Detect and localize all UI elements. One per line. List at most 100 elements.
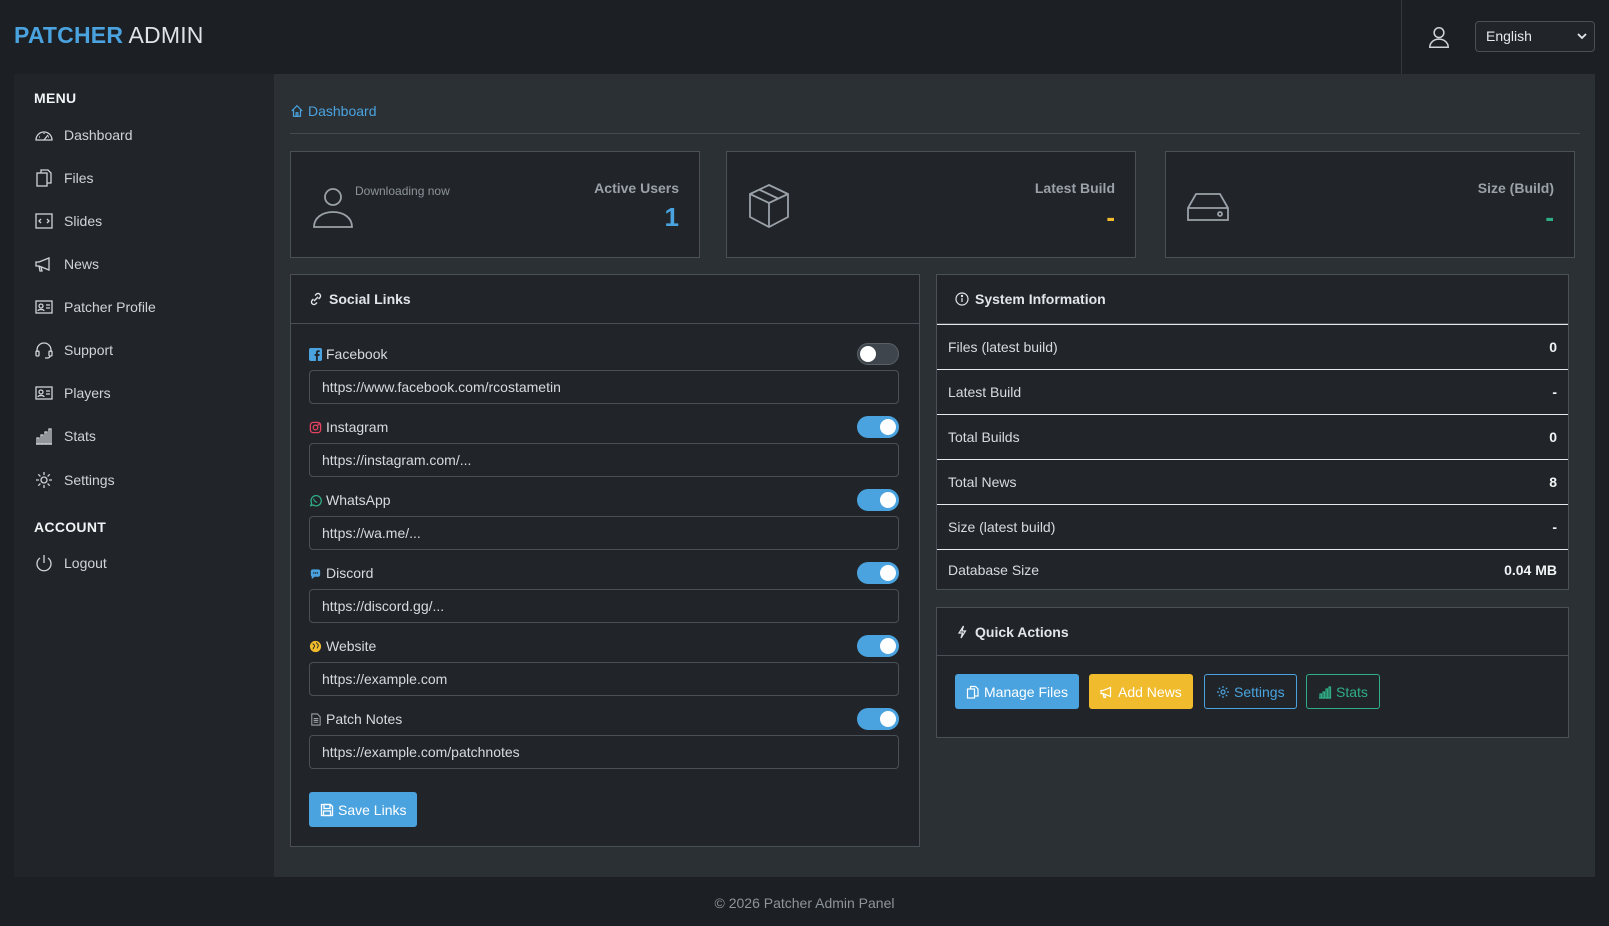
sidebar-item-logout[interactable]: Logout (34, 548, 254, 578)
sys-row-latest-build: Latest Build - (937, 369, 1568, 414)
players-card-icon (35, 386, 53, 400)
save-links-button[interactable]: Save Links (309, 792, 418, 827)
whatsapp-label-row: WhatsApp (309, 490, 899, 510)
instagram-label-row: Instagram (309, 417, 899, 437)
sys-row-value: 0 (1549, 339, 1557, 355)
info-icon (955, 292, 969, 306)
link-row-whatsapp: WhatsApp https://wa.me/... (309, 489, 899, 550)
stats-button[interactable]: Stats (1306, 674, 1380, 709)
dashboard-icon (35, 131, 53, 141)
files-icon (966, 685, 979, 699)
breadcrumb[interactable]: Dashboard (290, 103, 377, 119)
active-users-title: Active Users (594, 180, 679, 196)
settings-button[interactable]: Settings (1204, 674, 1297, 709)
patch-notes-url-input[interactable]: https://example.com/patchnotes (309, 735, 899, 769)
link-row-instagram: Instagram https://instagram.com/... (309, 416, 899, 477)
link-icon (310, 292, 322, 306)
discord-url-input[interactable]: https://discord.gg/... (309, 589, 899, 623)
latest-build-value: - (1106, 202, 1115, 232)
gear-icon (36, 472, 52, 488)
facebook-label: Facebook (326, 346, 388, 362)
header-divider (1401, 0, 1402, 74)
social-links-panel: Social Links Facebook https://www.facebo… (290, 274, 920, 847)
discord-label: Discord (326, 565, 374, 581)
system-information-panel: System Information Files (latest build) … (936, 274, 1569, 590)
sidebar-item-news[interactable]: News (34, 249, 254, 279)
discord-icon (310, 568, 321, 579)
add-news-button[interactable]: Add News (1089, 674, 1193, 709)
sys-row-label: Total Builds (948, 429, 1020, 445)
size-build-value: - (1545, 202, 1554, 232)
facebook-toggle[interactable] (857, 343, 899, 365)
instagram-url-input[interactable]: https://instagram.com/... (309, 443, 899, 477)
main-content: Dashboard Downloading now Active Users 1… (274, 74, 1595, 877)
sys-row-label: Total News (948, 474, 1017, 490)
sidebar-item-patcher-profile[interactable]: Patcher Profile (34, 292, 254, 322)
sidebar-item-label: Slides (64, 213, 103, 229)
manage-files-label: Manage Files (984, 683, 1069, 700)
sidebar-item-support[interactable]: Support (34, 335, 254, 365)
instagram-label: Instagram (326, 419, 389, 435)
social-links-header: Social Links (291, 275, 919, 324)
discord-toggle[interactable] (857, 562, 899, 584)
megaphone-icon (1100, 686, 1112, 698)
link-row-patch-notes: Patch Notes https://example.com/patchnot… (309, 708, 899, 769)
gear-icon (1217, 685, 1229, 698)
website-label-row: Website (309, 636, 899, 656)
whatsapp-icon (309, 494, 322, 507)
sidebar-item-settings[interactable]: Settings (34, 465, 254, 495)
instagram-toggle[interactable] (857, 416, 899, 438)
language-select[interactable]: English (1475, 21, 1595, 52)
brand-logo[interactable]: PATCHER ADMIN (14, 22, 204, 49)
sidebar-item-label: Dashboard (64, 127, 133, 143)
slides-icon (35, 213, 53, 229)
social-links-title: Social Links (329, 291, 411, 307)
sys-row-label: Database Size (948, 561, 1040, 578)
patch-notes-label: Patch Notes (326, 711, 403, 727)
system-information-header: System Information (937, 275, 1568, 324)
website-url-input[interactable]: https://example.com (309, 662, 899, 696)
sidebar-item-slides[interactable]: Slides (34, 206, 254, 236)
toggle-knob (880, 565, 896, 581)
add-news-label: Add News (1118, 683, 1182, 700)
sidebar-item-label: Files (64, 170, 94, 186)
stats-label: Stats (1336, 683, 1368, 700)
account-heading: ACCOUNT (34, 519, 107, 535)
website-toggle[interactable] (857, 635, 899, 657)
quick-actions-panel: Quick Actions Manage Files Add News Sett… (936, 607, 1569, 738)
user-icon[interactable] (1426, 24, 1452, 50)
sidebar-item-files[interactable]: Files (34, 163, 254, 193)
globe-icon (309, 640, 322, 652)
sys-row-value: - (1552, 384, 1557, 400)
system-information-title: System Information (975, 291, 1106, 307)
facebook-label-row: Facebook (309, 344, 899, 364)
sidebar-item-label: Support (64, 342, 114, 358)
sidebar-item-dashboard[interactable]: Dashboard (34, 120, 254, 150)
facebook-url-input[interactable]: https://www.facebook.com/rcostametin (309, 370, 899, 404)
sys-row-size: Size (latest build) - (937, 504, 1568, 549)
active-users-value: 1 (664, 202, 679, 232)
menu-heading: MENU (34, 90, 77, 106)
sys-row-value: - (1552, 519, 1557, 535)
chevron-down-icon (1577, 33, 1587, 40)
whatsapp-label: WhatsApp (326, 492, 391, 508)
size-build-title: Size (Build) (1477, 180, 1554, 196)
breadcrumb-divider (290, 133, 1580, 134)
bar-chart-icon (36, 428, 52, 445)
patch-notes-toggle[interactable] (857, 708, 899, 730)
latest-build-card: Latest Build - (726, 151, 1136, 258)
toggle-knob (880, 419, 896, 435)
website-label: Website (326, 638, 377, 654)
sidebar-item-players[interactable]: Players (34, 378, 254, 408)
brand-part2: ADMIN (128, 22, 204, 48)
files-icon (36, 169, 52, 187)
profile-card-icon (35, 300, 53, 314)
save-icon (320, 803, 334, 816)
whatsapp-url-input[interactable]: https://wa.me/... (309, 516, 899, 550)
sidebar-item-stats[interactable]: Stats (34, 421, 254, 451)
whatsapp-toggle[interactable] (857, 489, 899, 511)
lightning-icon (957, 625, 967, 638)
link-row-discord: Discord https://discord.gg/... (309, 562, 899, 623)
manage-files-button[interactable]: Manage Files (955, 674, 1080, 709)
facebook-icon (309, 347, 322, 361)
